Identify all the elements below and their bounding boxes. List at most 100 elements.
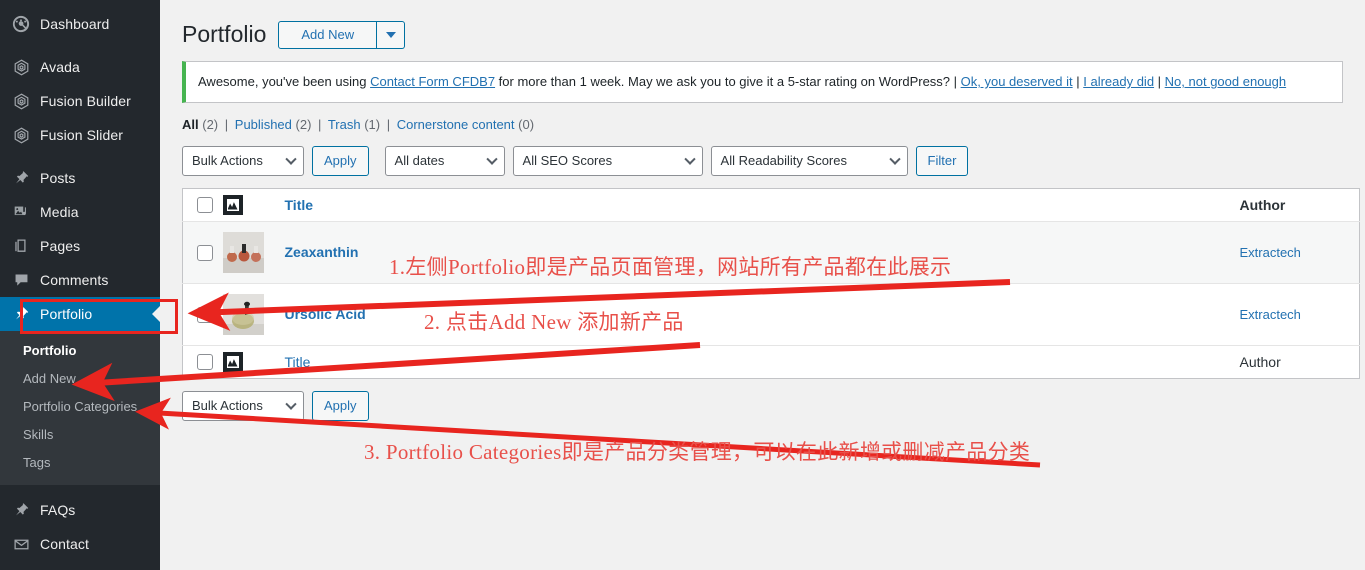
sidebar-label: Portfolio [40, 306, 93, 322]
notice-pipe-1: | [1072, 74, 1084, 89]
submenu-item-skills[interactable]: Skills [0, 421, 160, 449]
add-new-button[interactable]: Add New [278, 20, 378, 49]
row-title-link[interactable]: Zeaxanthin [285, 244, 359, 260]
fusion-slider-icon [11, 125, 31, 145]
filter-link-all[interactable]: All [182, 117, 199, 132]
comments-icon [11, 270, 31, 290]
row-author-cell: Extractech [1240, 221, 1360, 283]
sidebar-label: Media [40, 204, 79, 220]
row-select-cell [183, 221, 223, 283]
row-thumbnail-cell [222, 283, 285, 345]
notice-text-middle: for more than 1 week. May we ask you to … [495, 74, 961, 89]
author-column-header: Author [1240, 188, 1360, 221]
chevron-down-icon [285, 398, 297, 410]
sidebar-item-comments[interactable]: Comments [0, 263, 160, 297]
sidebar-item-fusion-slider[interactable]: Fusion Slider [0, 118, 160, 152]
sidebar-label: Contact [40, 536, 89, 552]
apply-button-bottom[interactable]: Apply [312, 390, 369, 421]
sidebar-item-posts[interactable]: Posts [0, 161, 160, 195]
filter-separator: | [386, 116, 391, 132]
bulk-actions-value: Bulk Actions [192, 153, 263, 168]
select-all-cell [183, 188, 223, 221]
notice-ok-link[interactable]: Ok, you deserved it [961, 74, 1073, 89]
notice-not-good-link[interactable]: No, not good enough [1165, 74, 1286, 89]
row-author-link[interactable]: Extractech [1240, 307, 1301, 322]
add-new-group: Add New [278, 20, 406, 49]
sidebar-label: Fusion Builder [40, 93, 131, 109]
row-author-link[interactable]: Extractech [1240, 245, 1301, 260]
select-all-checkbox-bottom[interactable] [197, 354, 213, 371]
filter-link-trash[interactable]: Trash [328, 117, 361, 132]
table-row: Ursolic Acid Extractech [182, 283, 1360, 345]
chevron-down-icon [385, 31, 396, 38]
annotation-text-1: 1.左侧Portfolio即是产品页面管理，网站所有产品都在此展示 [389, 255, 952, 279]
chevron-down-icon [683, 153, 696, 165]
add-new-dropdown-button[interactable] [377, 20, 406, 49]
sidebar-item-fusion-builder[interactable]: Fusion Builder [0, 84, 160, 118]
sidebar-item-media[interactable]: Media [0, 195, 160, 229]
sidebar-item-pages[interactable]: Pages [0, 229, 160, 263]
table-footer-row: Title Author [182, 345, 1360, 378]
select-all-checkbox-top[interactable] [197, 197, 213, 214]
submenu-item-tags[interactable]: Tags [0, 449, 160, 477]
title-column-label[interactable]: Title [285, 354, 311, 370]
sidebar-item-portfolio[interactable]: Portfolio [0, 297, 160, 331]
page-header: Portfolio Add New [160, 0, 1365, 49]
annotation-text-3: 3. Portfolio Categories即是产品分类管理，可以在此新增或删… [364, 440, 1031, 464]
date-filter-value: All dates [394, 153, 445, 168]
title-column-label[interactable]: Title [285, 197, 314, 213]
author-column-label: Author [1239, 196, 1286, 213]
notice-plugin-link[interactable]: Contact Form CFDB7 [370, 74, 495, 89]
date-filter-select[interactable]: All dates [384, 145, 505, 176]
thumbnail-image [222, 231, 264, 273]
row-title-link[interactable]: Ursolic Acid [285, 306, 366, 322]
filter-button[interactable]: Filter [915, 145, 969, 176]
pin-icon [11, 500, 31, 520]
annotation-text-2: 2. 点击Add New 添加新产品 [424, 310, 684, 334]
thumbnail-image [222, 293, 264, 335]
portfolio-submenu: Portfolio Add New Portfolio Categories S… [0, 331, 160, 485]
title-column-footer: Title [285, 345, 1240, 378]
sidebar-label: Pages [40, 238, 81, 254]
featured-image-icon [222, 351, 243, 372]
bulk-actions-select-top[interactable]: Bulk Actions [182, 145, 304, 176]
apply-button-top[interactable]: Apply [312, 145, 369, 176]
page-title: Portfolio [182, 21, 267, 47]
seo-score-filter-select[interactable]: All SEO Scores [512, 145, 703, 176]
notice-already-did-link[interactable]: I already did [1083, 74, 1154, 89]
filter-separator: | [318, 116, 322, 132]
mail-icon [11, 534, 31, 554]
media-icon [11, 202, 31, 222]
sidebar-item-avada[interactable]: Avada [0, 50, 160, 84]
pin-icon [11, 168, 31, 188]
sidebar-label: Dashboard [40, 16, 110, 32]
filter-link-published[interactable]: Published [235, 117, 292, 132]
filter-link-cornerstone[interactable]: Cornerstone content [397, 117, 515, 132]
row-thumbnail-cell [222, 221, 285, 283]
post-status-filter-links: All (2) | Published (2) | Trash (1) | Co… [182, 117, 1365, 132]
submenu-item-portfolio-categories[interactable]: Portfolio Categories [0, 393, 160, 421]
sidebar-label: Avada [40, 59, 80, 75]
row-author-cell: Extractech [1240, 283, 1360, 345]
fusion-builder-icon [11, 91, 31, 111]
main-content: Portfolio Add New Awesome, you've been u… [160, 0, 1365, 570]
sidebar-item-contact[interactable]: Contact [0, 527, 160, 561]
row-checkbox[interactable] [197, 306, 213, 323]
sidebar-label: Comments [40, 272, 109, 288]
row-checkbox[interactable] [197, 244, 213, 261]
submenu-item-portfolio[interactable]: Portfolio [0, 337, 160, 365]
sidebar-item-faqs[interactable]: FAQs [0, 493, 160, 527]
sidebar-label: Fusion Slider [40, 127, 124, 143]
table-toolbar-top: Bulk Actions Apply All dates All SEO Sco… [182, 145, 1365, 176]
submenu-item-add-new[interactable]: Add New [0, 365, 160, 393]
chevron-down-icon [285, 153, 297, 165]
filter-count-cornerstone: (0) [518, 116, 535, 132]
bulk-actions-select-bottom[interactable]: Bulk Actions [182, 390, 304, 421]
bulk-actions-value: Bulk Actions [192, 398, 263, 413]
image-column-footer [222, 345, 285, 378]
readability-score-filter-select[interactable]: All Readability Scores [710, 145, 908, 176]
filter-count-trash: (1) [364, 116, 381, 132]
sidebar-item-dashboard[interactable]: Dashboard [0, 7, 160, 41]
sidebar-label: FAQs [40, 502, 76, 518]
wordpress-admin-screen: Dashboard Avada Fusion Builder Fusion Sl… [0, 0, 1365, 570]
